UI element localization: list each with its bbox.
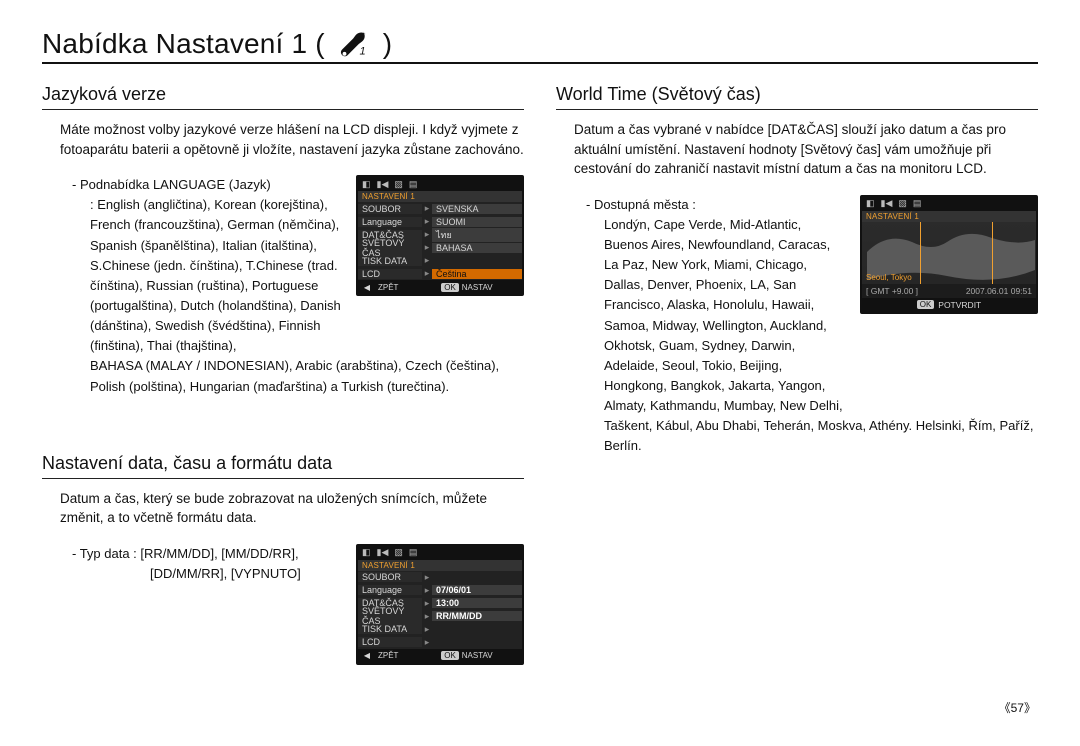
- language-paragraph: Máte možnost volby jazykové verze hlášen…: [42, 120, 524, 159]
- lcd-date-title: NASTAVENÍ 1: [358, 560, 522, 571]
- lcd-world-confirm: POTVRDIT: [938, 300, 981, 310]
- lcd-world-title: NASTAVENÍ 1: [862, 211, 1036, 222]
- manual-page: Nabídka Nastavení 1 ( 1 ) Jazyková verze…: [0, 0, 1080, 746]
- section-header-language: Jazyková verze: [42, 84, 524, 110]
- section-header-datetime: Nastavení data, času a formátu data: [42, 453, 524, 479]
- left-column: Jazyková verze Máte možnost volby jazyko…: [42, 78, 524, 665]
- lcd-world-stamp: 2007.06.01 09:51: [966, 286, 1032, 296]
- cities-label: - Dostupná města :: [556, 195, 848, 215]
- right-column: World Time (Světový čas) Datum a čas vyb…: [556, 78, 1038, 665]
- wrench-icon: 1: [335, 28, 373, 60]
- section-header-worldtime: World Time (Světový čas): [556, 84, 1038, 110]
- lcd-screenshot-worldtime: ◧▮◀▧▤ NASTAVENÍ 1 Seoul, Tokyo [ GMT +9.…: [860, 195, 1038, 314]
- lcd-world-city: Seoul, Tokyo: [866, 273, 912, 282]
- worldtime-paragraph: Datum a čas vybrané v nabídce [DAT&ČAS] …: [556, 120, 1038, 179]
- language-list-part2: BAHASA (MALAY / INDONESIAN), Arabic (ara…: [42, 356, 524, 396]
- page-title-prefix: Nabídka Nastavení 1 (: [42, 28, 325, 60]
- lcd-world-gmt: [ GMT +9.00 ]: [866, 286, 918, 296]
- lcd-screenshot-language: ◧▮◀▧▤ NASTAVENÍ 1 SOUBOR▸SVENSKA Languag…: [356, 175, 524, 296]
- datetime-paragraph: Datum a čas, který se bude zobrazovat na…: [42, 489, 524, 528]
- world-map-icon: Seoul, Tokyo: [862, 222, 1036, 284]
- page-number: 57: [999, 699, 1036, 716]
- datetype-line2: [DD/MM/RR], [VYPNUTO]: [42, 564, 344, 584]
- lcd-world-ok: OK: [917, 300, 935, 309]
- svg-text:1: 1: [359, 45, 365, 57]
- two-column-layout: Jazyková verze Máte možnost volby jazyko…: [42, 78, 1038, 665]
- page-title-suffix: ): [383, 28, 393, 60]
- lcd-screenshot-datetime: ◧▮◀▧▤ NASTAVENÍ 1 SOUBOR▸ Language▸07/06…: [356, 544, 524, 665]
- language-submenu-label: - Podnabídka LANGUAGE (Jazyk): [42, 175, 344, 195]
- page-title-row: Nabídka Nastavení 1 ( 1 ): [42, 28, 1038, 64]
- lcd-lang-title: NASTAVENÍ 1: [358, 191, 522, 202]
- language-list-part1: : English (angličtina), Korean (korejšti…: [42, 195, 344, 356]
- cities-list-part1: Londýn, Cape Verde, Mid-Atlantic, Buenos…: [556, 215, 848, 416]
- cities-list-part2: Taškent, Kábul, Abu Dhabi, Teherán, Mosk…: [556, 416, 1038, 456]
- datetype-line1: - Typ data : [RR/MM/DD], [MM/DD/RR],: [42, 544, 344, 564]
